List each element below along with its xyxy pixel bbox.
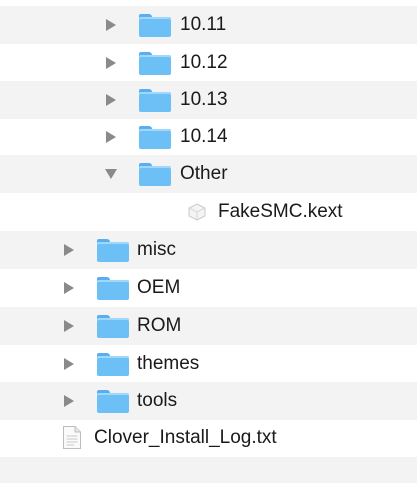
folder-icon bbox=[139, 14, 171, 37]
disclosure-triangle-collapsed-icon[interactable] bbox=[64, 282, 74, 294]
folder-icon bbox=[139, 52, 171, 75]
list-item-fakesmc-kext[interactable]: FakeSMC.kext bbox=[0, 193, 417, 231]
disclosure-triangle-collapsed-icon[interactable] bbox=[64, 358, 74, 370]
finder-list-view: 10.11 10.12 10.13 10.14 Other FakeSMC.ke… bbox=[0, 0, 417, 483]
item-label: ROM bbox=[137, 315, 182, 336]
disclosure-triangle-collapsed-icon[interactable] bbox=[64, 320, 74, 332]
item-label: Other bbox=[180, 163, 228, 184]
folder-icon bbox=[139, 126, 171, 149]
text-document-icon bbox=[63, 426, 81, 449]
folder-icon bbox=[97, 353, 129, 376]
disclosure-triangle-collapsed-icon[interactable] bbox=[106, 94, 116, 106]
list-item-10-13[interactable]: 10.13 bbox=[0, 81, 417, 119]
list-item-oem[interactable]: OEM bbox=[0, 269, 417, 307]
item-label: 10.14 bbox=[180, 126, 228, 147]
item-label: FakeSMC.kext bbox=[218, 201, 343, 222]
folder-icon bbox=[97, 239, 129, 262]
list-item-other[interactable]: Other bbox=[0, 155, 417, 193]
item-label: misc bbox=[137, 239, 177, 260]
list-item-rom[interactable]: ROM bbox=[0, 307, 417, 345]
folder-icon bbox=[97, 315, 129, 338]
item-label: 10.13 bbox=[180, 89, 228, 110]
list-item-10-14[interactable]: 10.14 bbox=[0, 118, 417, 156]
disclosure-triangle-collapsed-icon[interactable] bbox=[106, 19, 116, 31]
item-label: 10.11 bbox=[180, 14, 227, 35]
item-label: tools bbox=[137, 390, 178, 411]
item-label: OEM bbox=[137, 277, 181, 298]
list-item-clover-install-log[interactable]: Clover_Install_Log.txt bbox=[0, 419, 417, 457]
list-item-themes[interactable]: themes bbox=[0, 345, 417, 383]
folder-icon bbox=[97, 390, 129, 413]
folder-icon bbox=[97, 277, 129, 300]
folder-icon bbox=[139, 89, 171, 112]
list-item-10-11[interactable]: 10.11 bbox=[0, 6, 417, 44]
disclosure-triangle-collapsed-icon[interactable] bbox=[64, 244, 74, 256]
list-item-10-12[interactable]: 10.12 bbox=[0, 44, 417, 82]
item-label: 10.12 bbox=[180, 52, 228, 73]
item-label: themes bbox=[137, 353, 200, 374]
disclosure-triangle-expanded-icon[interactable] bbox=[105, 169, 117, 179]
empty-row bbox=[0, 457, 417, 483]
list-item-tools[interactable]: tools bbox=[0, 382, 417, 420]
folder-icon bbox=[139, 163, 171, 186]
disclosure-triangle-collapsed-icon[interactable] bbox=[64, 395, 74, 407]
disclosure-triangle-collapsed-icon[interactable] bbox=[106, 57, 116, 69]
item-label: Clover_Install_Log.txt bbox=[94, 427, 277, 448]
list-item-misc[interactable]: misc bbox=[0, 231, 417, 269]
disclosure-triangle-collapsed-icon[interactable] bbox=[106, 131, 116, 143]
kext-bundle-icon bbox=[188, 203, 206, 221]
